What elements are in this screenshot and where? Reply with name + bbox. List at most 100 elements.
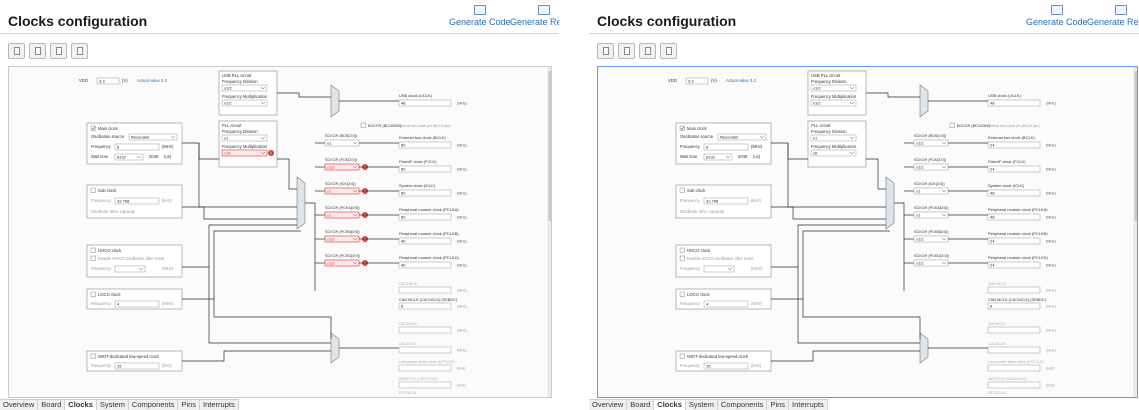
output-unit-0: (MHz) [1046, 102, 1056, 106]
hoco-enable-checkbox[interactable] [90, 255, 96, 261]
vdd-actual: Actual value 3.3 [726, 78, 756, 83]
output-label-4: Peripheral module clock (PCLKA) [399, 207, 459, 212]
lower-output-label-0: CACHCLK [988, 282, 1007, 286]
pll-div-label: Frequency Division [222, 129, 258, 134]
generate-report-icon [537, 5, 550, 15]
hoco-freq-select[interactable] [114, 265, 146, 273]
sub-freq-unit: (kHz) [162, 198, 173, 203]
wire-sub-to-mux [182, 206, 297, 220]
clocks-panel-left: Clocks configuration Generate Code Gener… [0, 0, 577, 410]
main-freq-input[interactable] [114, 143, 160, 151]
bckcr-checkbox[interactable] [949, 122, 955, 128]
tab-clocks[interactable]: Clocks [65, 400, 97, 410]
lower-output-value-4 [398, 364, 452, 372]
output-value-6-value: 24 [990, 263, 995, 268]
tab-board[interactable]: Board [38, 400, 66, 410]
tab-interrupts[interactable]: Interrupts [200, 400, 239, 410]
generate-report-icon [1114, 5, 1127, 15]
output-unit-3: (MHz) [457, 192, 467, 196]
generate-report-button[interactable]: Generate Report [1087, 5, 1139, 27]
pll-div-select[interactable] [810, 134, 857, 142]
wire-usbpll-to-mux [277, 92, 331, 98]
toolbar-button-2[interactable] [618, 43, 635, 59]
pll-div-select[interactable] [221, 134, 268, 142]
usb-pll-div-label: Frequency Division [811, 79, 847, 84]
toolbar-button-2[interactable] [29, 43, 46, 59]
wire-loco-lpt [213, 299, 332, 339]
document-icon [624, 47, 630, 55]
toolbar-button-1[interactable] [8, 43, 25, 59]
osc-source-label: Oscillation source [91, 134, 125, 139]
hoco-enable-checkbox[interactable] [679, 255, 685, 261]
hoco-checkbox[interactable] [679, 247, 685, 253]
lower-output-unit-4: (kHz) [457, 367, 466, 371]
divider-select-4-value: x1/2 [916, 237, 924, 242]
lower-output-label-3: CACKCLK [399, 342, 417, 346]
lower-output-unit-2: (MHz) [1046, 329, 1056, 333]
main-freq-label: Frequency [91, 144, 112, 149]
toolbar-button-4[interactable] [71, 43, 88, 59]
tab-components[interactable]: Components [129, 400, 179, 410]
tab-pins[interactable]: Pins [767, 400, 790, 410]
output-unit-0: (MHz) [457, 102, 467, 106]
osc-source-label: Oscillation source [680, 134, 714, 139]
vertical-scrollbar-thumb[interactable] [548, 71, 553, 221]
pll-title: PLL circuit [811, 123, 831, 128]
generate-code-button[interactable]: Generate Code [1026, 5, 1088, 27]
vertical-scrollbar-thumb[interactable] [1134, 71, 1139, 221]
usb-pll-div-select-value: x1/2 [224, 86, 232, 91]
loco-checkbox[interactable] [90, 291, 96, 297]
output-value-5 [398, 237, 452, 245]
usb-pll-div-label: Frequency Division [222, 79, 258, 84]
usb-pll-mult-select-value: x1/2 [224, 101, 232, 106]
lower-output-unit-4: (kHz) [1046, 367, 1055, 371]
tab-overview[interactable]: Overview [0, 400, 39, 410]
toolbar-button-3[interactable] [639, 43, 656, 59]
loco-freq-unit: (MHz) [751, 301, 763, 306]
lower-output-label-5: IWDTCLK (CACHCLK) [399, 377, 439, 381]
pll-mult-select[interactable] [810, 149, 857, 157]
tab-clocks[interactable]: Clocks [654, 400, 686, 410]
tab-interrupts[interactable]: Interrupts [789, 400, 828, 410]
hoco-checkbox[interactable] [90, 247, 96, 253]
output-value-4-value: 60 [401, 215, 406, 220]
generate-code-label: Generate Code [449, 17, 511, 27]
lower-output-unit-3: (MHz) [457, 349, 467, 353]
vdd-unit: (V) [711, 78, 717, 83]
iwdt-checkbox[interactable] [679, 353, 685, 359]
output-label-0: USB clock (UCLK) [988, 93, 1022, 98]
sub-clock-checkbox[interactable] [90, 187, 96, 193]
header-divider [589, 33, 1139, 34]
lower-output-value-0 [398, 286, 452, 294]
sub-clock-checkbox[interactable] [679, 187, 685, 193]
output-label-5: Peripheral module clock (PCLKB) [399, 231, 459, 236]
tab-overview[interactable]: Overview [589, 400, 628, 410]
lower-output-value-3 [987, 346, 1041, 354]
lower-output-unit-1: (MHz) [1046, 305, 1056, 309]
hoco-freq-unit: (MHz) [751, 266, 763, 271]
output-value-5 [987, 237, 1041, 245]
loco-checkbox[interactable] [679, 291, 685, 297]
tab-system[interactable]: System [97, 400, 129, 410]
output-label-4: Peripheral module clock (PCLKA) [988, 207, 1048, 212]
toolbar-button-3[interactable] [50, 43, 67, 59]
lower-output-value-0 [987, 286, 1041, 294]
toolbar-button-4[interactable] [660, 43, 677, 59]
output-value-6 [987, 261, 1041, 269]
document-icon [603, 47, 609, 55]
main-freq-unit: (MHz) [751, 144, 763, 149]
tab-components[interactable]: Components [718, 400, 768, 410]
hoco-freq-select[interactable] [703, 265, 735, 273]
iwdt-freq-label: Frequency [91, 363, 112, 368]
lower-output-value-1 [398, 302, 452, 310]
tab-board[interactable]: Board [627, 400, 655, 410]
generate-code-button[interactable]: Generate Code [449, 5, 511, 27]
bckcr-checkbox[interactable] [360, 122, 366, 128]
tab-pins[interactable]: Pins [178, 400, 201, 410]
main-freq-input[interactable] [703, 143, 749, 151]
tab-system[interactable]: System [686, 400, 718, 410]
pll-mult-label: Frequency Multiplication [811, 144, 857, 149]
iwdt-checkbox[interactable] [90, 353, 96, 359]
output-label-6: Peripheral module clock (PCLKD) [988, 255, 1048, 260]
toolbar-button-1[interactable] [597, 43, 614, 59]
